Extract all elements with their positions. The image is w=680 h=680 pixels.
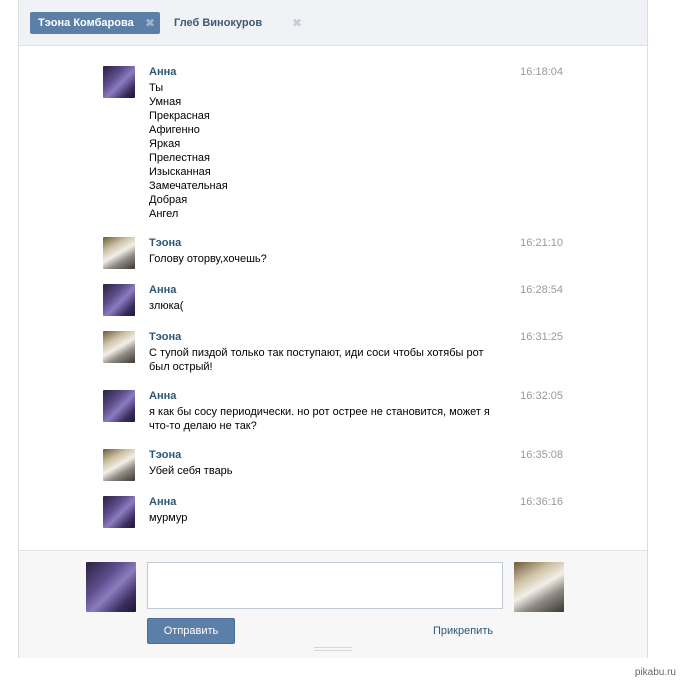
composer-panel: Отправить Прикрепить [19,550,647,658]
message-line: Ангел [149,208,179,220]
message-line: Прекрасная [149,110,210,122]
message-time: 16:28:54 [520,284,563,296]
close-icon[interactable]: ✖ [145,17,155,29]
avatar[interactable] [103,284,135,316]
avatar[interactable] [103,390,135,422]
tab-label: Глеб Винокуров [174,17,263,29]
message-text: злюка( [149,299,499,313]
message-line: Голову оторву,хочешь? [149,253,267,265]
message-text: С тупой пиздой только так поступают, иди… [149,346,499,374]
avatar[interactable] [103,496,135,528]
send-button[interactable]: Отправить [147,618,235,644]
message-text: Убей себя тварь [149,464,499,478]
avatar[interactable] [103,331,135,363]
message-line: Ты [149,82,164,94]
tab-teona-kombarova[interactable]: Тэона Комбарова ✖ [30,12,160,34]
resize-handle[interactable] [314,647,352,653]
my-avatar[interactable] [86,562,136,612]
message-input[interactable] [147,562,503,609]
message-time: 16:18:04 [520,66,563,78]
avatar[interactable] [103,449,135,481]
message-item: Анна 16:32:05 я как бы сосу периодически… [103,390,563,438]
message-author[interactable]: Тэона [149,449,181,461]
message-author[interactable]: Анна [149,284,176,296]
dialog-tabs-bar: Тэона Комбарова ✖ Глеб Винокуров ✖ [19,0,647,46]
message-line: Прелестная [149,152,210,164]
message-line: я как бы сосу периодически. но рот остре… [149,406,490,418]
message-author[interactable]: Анна [149,66,176,78]
message-text: Голову оторву,хочешь? [149,252,499,266]
message-author[interactable]: Анна [149,496,176,508]
message-line: Замечательная [149,180,228,192]
message-time: 16:32:05 [520,390,563,402]
message-line: мурмур [149,512,188,524]
message-text: я как бы сосу периодически. но рот остре… [149,405,499,433]
message-time: 16:21:10 [520,237,563,249]
message-item: Тэона 16:35:08 Убей себя тварь [103,449,563,485]
message-item: Тэона 16:31:25 С тупой пиздой только так… [103,331,563,379]
message-item: Анна 16:28:54 злюка( [103,284,563,320]
message-line: Убей себя тварь [149,465,233,477]
recipient-avatar[interactable] [514,562,564,612]
message-line: Афигенно [149,124,200,136]
message-item: Тэона 16:21:10 Голову оторву,хочешь? [103,237,563,273]
message-text: Ты Умная Прекрасная Афигенно Яркая Преле… [149,81,499,221]
attach-link[interactable]: Прикрепить [433,625,493,637]
message-line: Изысканная [149,166,211,178]
message-line: Умная [149,96,182,108]
message-time: 16:31:25 [520,331,563,343]
message-time: 16:36:16 [520,496,563,508]
dialog-window: Тэона Комбарова ✖ Глеб Винокуров ✖ Анна … [18,0,648,658]
avatar[interactable] [103,237,135,269]
watermark: pikabu.ru [634,667,676,678]
message-author[interactable]: Тэона [149,237,181,249]
message-item: Анна 16:36:16 мурмур [103,496,563,532]
message-line: что-то делаю не так? [149,420,257,432]
message-item: Анна 16:18:04 Ты Умная Прекрасная Афиген… [103,66,563,226]
message-time: 16:35:08 [520,449,563,461]
tab-gleb-vinokurov[interactable]: Глеб Винокуров ✖ [166,12,302,34]
message-line: был острый! [149,361,213,373]
message-line: С тупой пиздой только так поступают, иди… [149,347,484,359]
message-line: злюка( [149,300,184,312]
message-line: Яркая [149,138,181,150]
close-icon[interactable]: ✖ [292,17,302,29]
message-line: Добрая [149,194,188,206]
message-author[interactable]: Анна [149,390,176,402]
avatar[interactable] [103,66,135,98]
message-text: мурмур [149,511,499,525]
tab-label: Тэона Комбарова [38,17,134,29]
message-author[interactable]: Тэона [149,331,181,343]
